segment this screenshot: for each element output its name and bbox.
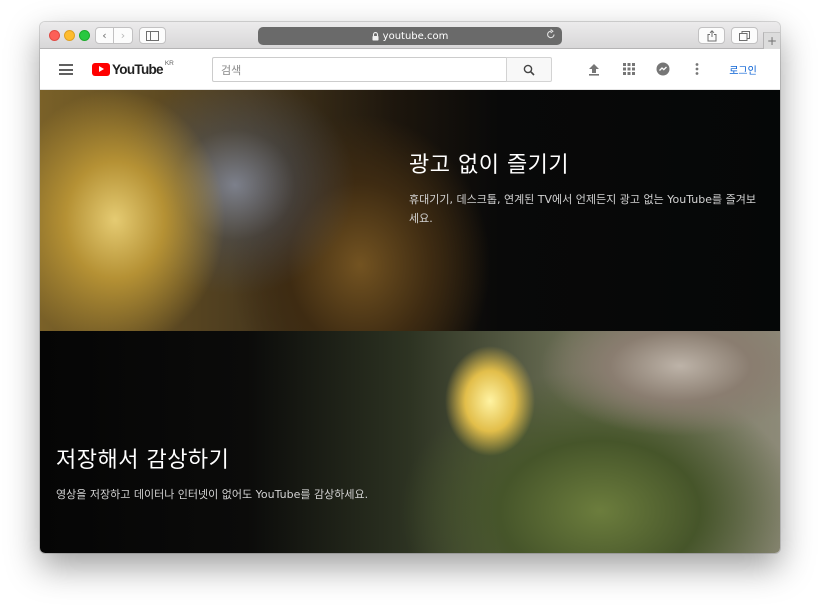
plus-icon: + (766, 34, 778, 48)
youtube-header: YouTube KR 검색 로그인 (40, 49, 780, 90)
minimize-window-button[interactable] (64, 30, 75, 41)
upload-icon[interactable] (586, 61, 602, 77)
region-code: KR (164, 59, 174, 67)
chevron-right-icon: › (120, 29, 126, 42)
youtube-play-icon (92, 62, 110, 76)
messages-icon[interactable] (655, 61, 671, 77)
tabs-icon (739, 30, 750, 41)
show-tabs-button[interactable] (731, 27, 758, 44)
sidebar-icon (146, 30, 159, 41)
share-icon (707, 29, 716, 41)
close-window-button[interactable] (49, 30, 60, 41)
search-input[interactable]: 검색 (212, 57, 506, 82)
youtube-logo[interactable]: YouTube KR (92, 59, 174, 77)
signin-button[interactable]: 로그인 (718, 58, 768, 81)
logo-text: YouTube (112, 61, 164, 77)
address-url: youtube.com (382, 30, 449, 42)
lock-icon (372, 31, 379, 40)
apps-icon[interactable] (621, 61, 637, 77)
search-placeholder: 검색 (221, 63, 242, 77)
forward-button[interactable]: › (114, 27, 133, 44)
browser-window: ‹ › youtube.com + YouTube KR 검색 로그인 광고 없… (40, 22, 780, 553)
hero-offline: 저장해서 감상하기 영상을 저장하고 데이터나 인터넷이 없어도 YouTube… (40, 331, 780, 553)
hero-ad-free: 광고 없이 즐기기 휴대기기, 데스크톱, 연계된 TV에서 언제든지 광고 없… (40, 90, 780, 331)
address-bar[interactable]: youtube.com (258, 27, 562, 45)
signin-label: 로그인 (729, 66, 757, 77)
search-icon (523, 64, 535, 76)
more-vert-icon[interactable] (689, 61, 705, 77)
search-button[interactable] (506, 57, 552, 82)
new-tab-button[interactable]: + (763, 32, 780, 49)
browser-toolbar: ‹ › youtube.com + (40, 22, 780, 49)
hero-description: 휴대기기, 데스크톱, 연계된 TV에서 언제든지 광고 없는 YouTube를… (409, 193, 756, 225)
sidebar-toggle-button[interactable] (139, 27, 166, 44)
reload-icon[interactable] (546, 29, 556, 40)
hero-title: 저장해서 감상하기 (56, 448, 230, 473)
chevron-left-icon: ‹ (102, 29, 107, 42)
zoom-window-button[interactable] (79, 30, 90, 41)
hero-description: 영상을 저장하고 데이터나 인터넷이 없어도 YouTube를 감상하세요. (56, 488, 369, 501)
menu-icon[interactable] (59, 64, 73, 75)
back-button[interactable]: ‹ (95, 27, 114, 44)
hero-title: 광고 없이 즐기기 (409, 153, 570, 178)
share-button[interactable] (698, 27, 725, 44)
